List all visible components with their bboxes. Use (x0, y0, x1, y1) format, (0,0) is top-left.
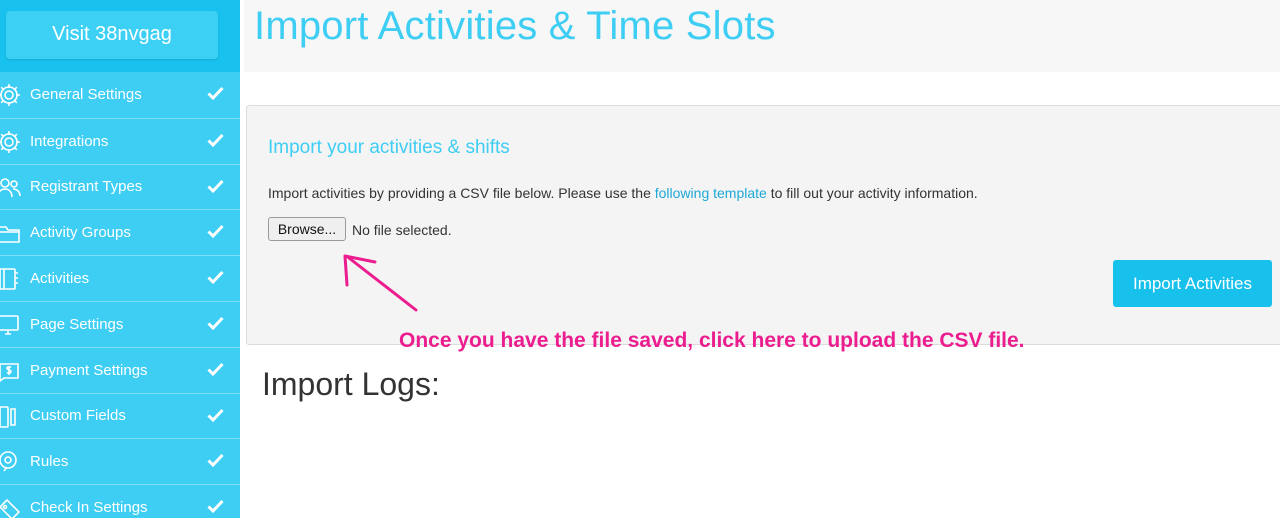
panel-description: Import activities by providing a CSV fil… (268, 185, 978, 201)
sidebar-item-payment-settings[interactable]: Payment Settings (0, 346, 240, 393)
check-icon (207, 225, 224, 239)
panel-title: Import your activities & shifts (268, 137, 510, 158)
import-activities-button[interactable]: Import Activities (1113, 260, 1272, 307)
sidebar-item-rules[interactable]: Rules (0, 438, 240, 484)
title-bar: Import Activities & Time Slots (244, 0, 1280, 72)
check-icon (207, 271, 224, 285)
sidebar-nav: General Settings Integrations Registrant… (0, 72, 240, 518)
annotation-text: Once you have the file saved, click here… (399, 329, 1025, 352)
sidebar-item-activities[interactable]: Activities (0, 255, 240, 301)
sidebar-item-integrations[interactable]: Integrations (0, 117, 240, 164)
gear-icon (0, 130, 20, 153)
check-icon (207, 179, 224, 193)
import-logs-title: Import Logs: (262, 366, 440, 402)
file-status: No file selected. (352, 222, 452, 238)
sidebar: Visit 38nvgag General Settings Integrati… (0, 0, 240, 518)
template-link[interactable]: following template (655, 185, 767, 201)
sidebar-item-activity-groups[interactable]: Activity Groups (0, 209, 240, 255)
visit-site-button[interactable]: Visit 38nvgag (6, 11, 218, 59)
sidebar-item-registrant-types[interactable]: Registrant Types (0, 163, 240, 210)
page-title: Import Activities & Time Slots (254, 4, 776, 48)
sidebar-header: Visit 38nvgag (0, 0, 240, 72)
description-text: Import activities by providing a CSV fil… (268, 185, 655, 201)
custom-fields-icon (0, 405, 16, 428)
check-icon (207, 86, 224, 100)
check-icon (207, 316, 224, 330)
check-in-icon (0, 499, 21, 518)
browse-button[interactable]: Browse... (268, 217, 346, 241)
sidebar-item-page-settings[interactable]: Page Settings (0, 300, 240, 347)
sidebar-item-custom-fields[interactable]: Custom Fields (0, 392, 240, 439)
check-icon (207, 454, 224, 468)
sidebar-item-general-settings[interactable]: General Settings (0, 72, 240, 118)
notebook-icon (0, 268, 18, 290)
rules-icon (0, 451, 17, 472)
check-icon (207, 133, 224, 147)
check-icon (207, 500, 224, 514)
description-text-end: to fill out your activity information. (766, 185, 978, 201)
check-icon (207, 408, 224, 422)
payment-icon (0, 362, 19, 382)
sidebar-item-check-in-settings[interactable]: Check In Settings (0, 484, 240, 518)
annotation-arrow (343, 254, 418, 312)
check-icon (207, 362, 224, 376)
monitor-icon (0, 315, 19, 335)
gear-icon (0, 84, 20, 106)
users-icon (0, 177, 21, 197)
folder-icon (0, 226, 20, 244)
